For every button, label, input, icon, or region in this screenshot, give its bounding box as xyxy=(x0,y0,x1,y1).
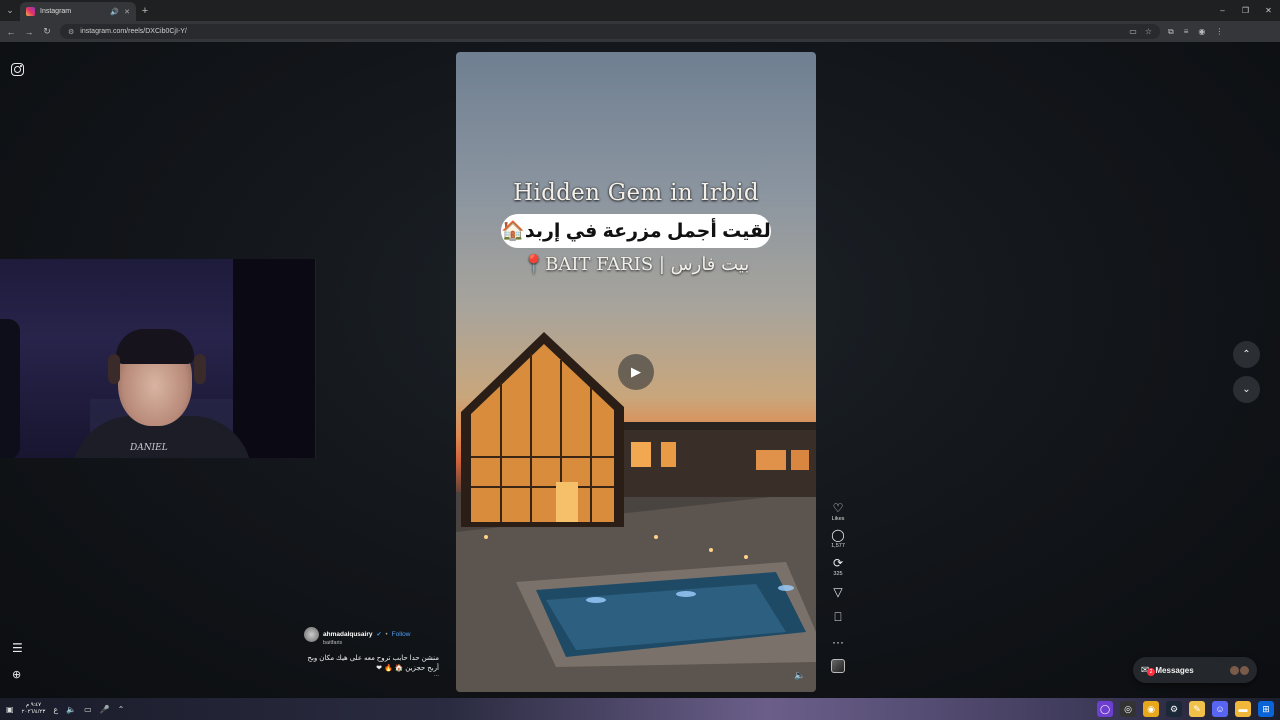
url-text: instagram.com/reels/DXCib0CjI-Y/ xyxy=(80,28,187,35)
mute-icon[interactable]: 🔈 xyxy=(794,670,805,681)
avatar[interactable] xyxy=(304,627,319,642)
browser-tab-instagram[interactable]: Instagram 🔊 ✕ xyxy=(20,2,136,21)
share-button[interactable]: ▽ xyxy=(833,586,842,599)
microphone-icon[interactable]: 🎤 xyxy=(100,705,110,714)
reposts-count: 325 xyxy=(833,571,843,577)
minimize-button[interactable]: – xyxy=(1211,6,1234,15)
close-tab-icon[interactable]: ✕ xyxy=(124,8,130,16)
close-window-button[interactable]: ✕ xyxy=(1257,6,1280,15)
browser-tab-bar: ⌄ Instagram 🔊 ✕ + – ❐ ✕ xyxy=(0,0,1280,21)
previous-reel-button[interactable]: ⌃ xyxy=(1233,341,1260,368)
verified-badge-icon: ✔ xyxy=(376,632,382,638)
collaborator-link[interactable]: baitfaris xyxy=(323,640,444,646)
cast-icon[interactable]: ▭ xyxy=(1129,27,1137,36)
unread-badge: 2 xyxy=(1147,667,1155,676)
bookmark-star-icon[interactable]: ☆ xyxy=(1145,27,1152,36)
play-icon: ▶ xyxy=(631,364,641,379)
bookmark-icon: ⎕ xyxy=(834,610,842,624)
window-controls: – ❐ ✕ xyxy=(1211,6,1280,15)
instagram-logo-icon[interactable] xyxy=(11,63,24,76)
reel-location-title: 📍BAIT FARIS | بيت فارس xyxy=(522,254,750,275)
site-info-icon[interactable]: ⚙ xyxy=(68,28,74,36)
more-icon: ··· xyxy=(832,635,844,649)
comment-button[interactable]: ◯ 1,577 xyxy=(831,528,845,550)
app-icon-purple[interactable]: ◯ xyxy=(1097,701,1113,717)
reel-title-english: Hidden Gem in Irbid xyxy=(513,180,759,206)
reel-title-arabic-pill: لقيت أجمل مزرعة في إربد🏠 xyxy=(501,214,771,248)
notification-icon[interactable]: ▣ xyxy=(6,705,14,714)
windows-taskbar: ▣ ٩:٤٧ م ٢٠٢٦/٤/٢٣ ع 🔈 ▭ 🎤 ⌃ ◯ ◎ ◉ ⚙ ✎ ☺… xyxy=(0,698,1280,720)
send-icon: ▽ xyxy=(833,585,843,599)
file-explorer-icon[interactable]: ▬ xyxy=(1235,701,1251,717)
reload-icon[interactable]: ↻ xyxy=(42,26,52,37)
chrome-icon[interactable]: ◉ xyxy=(1143,701,1159,717)
discord-icon[interactable]: ☺ xyxy=(1212,701,1228,717)
messenger-icon: ✉ 2 xyxy=(1141,665,1155,676)
comments-count: 1,577 xyxy=(831,543,845,549)
more-menu-icon[interactable]: ☰ xyxy=(12,641,23,655)
forward-arrow-icon[interactable]: → xyxy=(24,27,34,37)
more-options-button[interactable]: ··· xyxy=(832,636,844,649)
clock-time: ٩:٤٧ م xyxy=(25,702,42,708)
save-button[interactable]: ⎕ xyxy=(834,611,841,624)
separator-dot: • xyxy=(385,631,388,638)
app-icon-obs[interactable]: ◎ xyxy=(1120,701,1136,717)
profile-icon[interactable]: ◉ xyxy=(1198,27,1205,37)
chevron-up-icon: ⌃ xyxy=(1242,349,1251,360)
headset xyxy=(108,354,120,384)
extensions-icon[interactable]: ⧉ xyxy=(1168,27,1174,37)
tray-expand-icon[interactable]: ⌃ xyxy=(118,705,125,714)
windows-start-icon[interactable]: ⊞ xyxy=(1258,701,1274,717)
comment-icon: ◯ xyxy=(831,528,845,542)
play-button[interactable]: ▶ xyxy=(618,354,654,390)
taskbar-clock[interactable]: ٩:٤٧ م ٢٠٢٦/٤/٢٣ xyxy=(22,702,46,716)
volume-icon[interactable]: 🔈 xyxy=(66,705,76,714)
instagram-page: DANIEL ☰ ⊕ Hidden Gem in Irbid لقيت أجمل… xyxy=(0,42,1280,698)
repost-button[interactable]: ⟳ 325 xyxy=(832,556,844,578)
new-tab-button[interactable]: + xyxy=(136,5,154,17)
network-icon[interactable]: ▭ xyxy=(84,705,92,714)
media-control-icon[interactable]: ≡ xyxy=(1184,27,1189,37)
reel-video[interactable]: Hidden Gem in Irbid لقيت أجمل مزرعة في إ… xyxy=(456,52,816,692)
back-arrow-icon[interactable]: ← xyxy=(6,27,16,37)
instagram-favicon-icon xyxy=(26,7,35,16)
person-hair xyxy=(116,329,194,364)
chevron-down-icon: ⌄ xyxy=(1242,384,1251,395)
repost-icon: ⟳ xyxy=(832,556,844,570)
like-button[interactable]: ♡ Likes xyxy=(831,501,845,523)
tab-search-icon[interactable]: ⌄ xyxy=(0,0,20,21)
browser-menu-icon[interactable]: ⋮ xyxy=(1215,27,1223,37)
caption-text: منشن حدا حابب تروح معه على هيك مكان وبح … xyxy=(307,655,439,672)
reel-actions: ♡ Likes ◯ 1,577 ⟳ 325 ▽ ⎕ ··· xyxy=(826,502,850,673)
url-input[interactable]: ⚙ instagram.com/reels/DXCib0CjI-Y/ ▭ ☆ xyxy=(60,24,1160,39)
restore-button[interactable]: ❐ xyxy=(1234,6,1257,15)
message-avatars xyxy=(1230,665,1249,675)
chair xyxy=(0,319,20,458)
language-indicator[interactable]: ع xyxy=(53,705,58,714)
messages-label: Messages xyxy=(1155,665,1194,675)
also-from-meta-icon[interactable]: ⊕ xyxy=(12,668,21,681)
shirt-print: DANIEL xyxy=(130,443,168,453)
next-reel-button[interactable]: ⌄ xyxy=(1233,376,1260,403)
follow-button[interactable]: Follow xyxy=(392,631,411,638)
likes-label: Likes xyxy=(831,516,845,522)
heart-icon: ♡ xyxy=(832,501,844,515)
messages-button[interactable]: ✉ 2 Messages xyxy=(1133,657,1257,683)
address-bar: ← → ↻ ⚙ instagram.com/reels/DXCib0CjI-Y/… xyxy=(0,21,1280,42)
background-door xyxy=(233,259,315,458)
notes-app-icon[interactable]: ✎ xyxy=(1189,701,1205,717)
original-audio-thumbnail[interactable] xyxy=(831,659,845,673)
reel-caption: ahmadalqusairy ✔ • Follow baitfaris منشن… xyxy=(304,627,444,678)
username-link[interactable]: ahmadalqusairy xyxy=(323,631,373,638)
tab-title: Instagram xyxy=(40,8,72,15)
audio-playing-icon[interactable]: 🔊 xyxy=(110,8,119,16)
webcam-overlay: DANIEL xyxy=(0,259,316,458)
clock-date: ٢٠٢٦/٤/٢٣ xyxy=(21,709,46,715)
steam-icon[interactable]: ⚙ xyxy=(1166,701,1182,717)
